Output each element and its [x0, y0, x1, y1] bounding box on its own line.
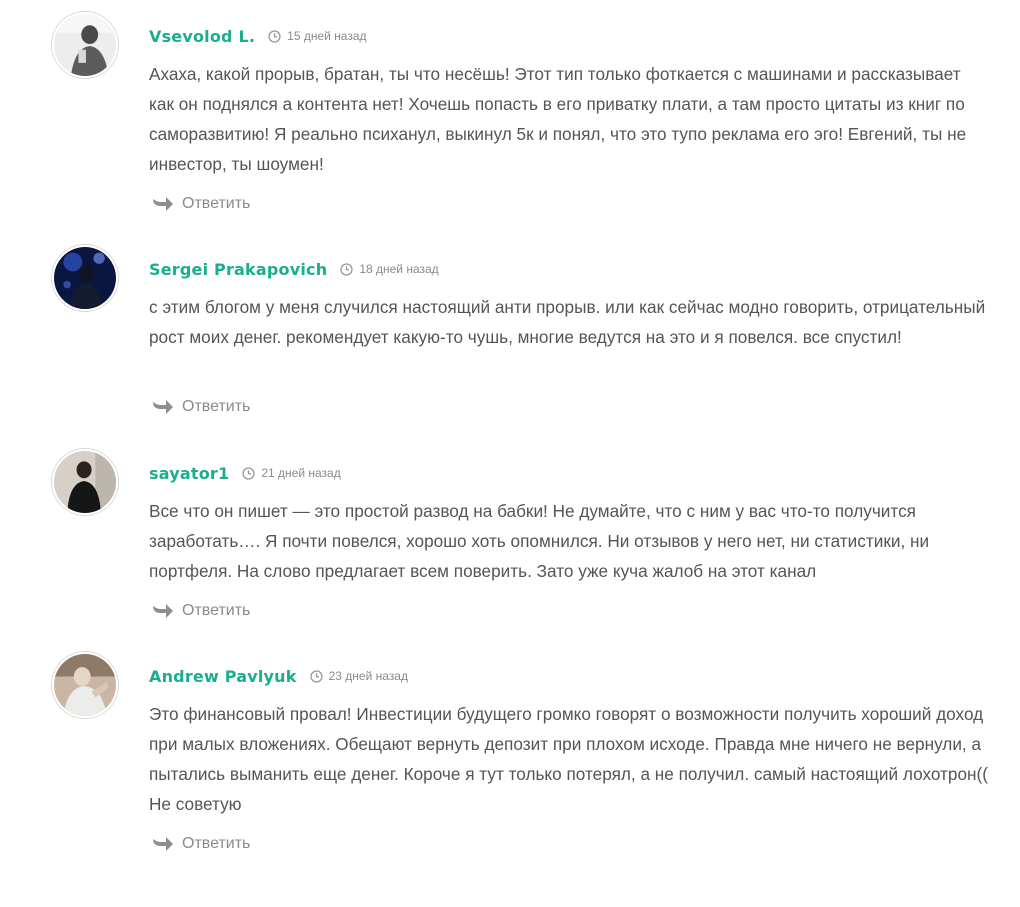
reply-label: Ответить: [182, 195, 251, 212]
reply-button[interactable]: Ответить: [152, 193, 250, 215]
avatar-photo: [54, 14, 116, 76]
author-name[interactable]: Sergei Prakapovich: [149, 260, 327, 279]
avatar[interactable]: [52, 245, 118, 311]
reply-label: Ответить: [182, 602, 251, 619]
clock-icon: [340, 262, 353, 276]
comment-header: Sergei Prakapovich 18 дней назад: [149, 257, 439, 281]
avatar[interactable]: [52, 449, 118, 515]
comment-text: Все что он пишет — это простой развод на…: [149, 501, 930, 581]
comment-text: Это финансовый провал! Инвестиции будуще…: [149, 704, 988, 814]
comment-time: 23 дней назад: [328, 669, 408, 683]
author-name[interactable]: Vsevolod L.: [149, 27, 255, 46]
author-name[interactable]: Andrew Pavlyuk: [149, 667, 297, 686]
clock-icon: [242, 466, 255, 480]
reply-arrow-icon: [152, 196, 174, 212]
comment-text: Ахаха, какой прорыв, братан, ты что несё…: [149, 64, 967, 174]
comment-text: с этим блогом у меня случился настоящий …: [149, 297, 986, 347]
reply-arrow-icon: [152, 603, 174, 619]
comment-time: 18 дней назад: [359, 262, 439, 276]
avatar[interactable]: [52, 12, 118, 78]
clock-icon: [309, 669, 323, 683]
comment-header: Andrew Pavlyuk 23 дней назад: [149, 664, 408, 688]
reply-arrow-icon: [152, 836, 174, 852]
author-name[interactable]: sayator1: [149, 464, 229, 483]
comment-time: 15 дней назад: [287, 29, 367, 43]
reply-arrow-icon: [152, 399, 174, 415]
reply-button[interactable]: Ответить: [152, 833, 250, 855]
avatar-photo: [54, 451, 116, 513]
avatar-photo: [54, 247, 116, 309]
avatar-photo: [54, 654, 116, 716]
reply-label: Ответить: [182, 398, 251, 415]
comment-header: Vsevolod L. 15 дней назад: [149, 24, 367, 48]
reply-button[interactable]: Ответить: [152, 396, 250, 418]
reply-button[interactable]: Ответить: [152, 600, 250, 622]
comment-time: 21 дней назад: [261, 466, 341, 480]
comment-header: sayator1 21 дней назад: [149, 461, 341, 485]
reply-label: Ответить: [182, 835, 251, 852]
clock-icon: [268, 29, 281, 43]
avatar[interactable]: [52, 652, 118, 718]
